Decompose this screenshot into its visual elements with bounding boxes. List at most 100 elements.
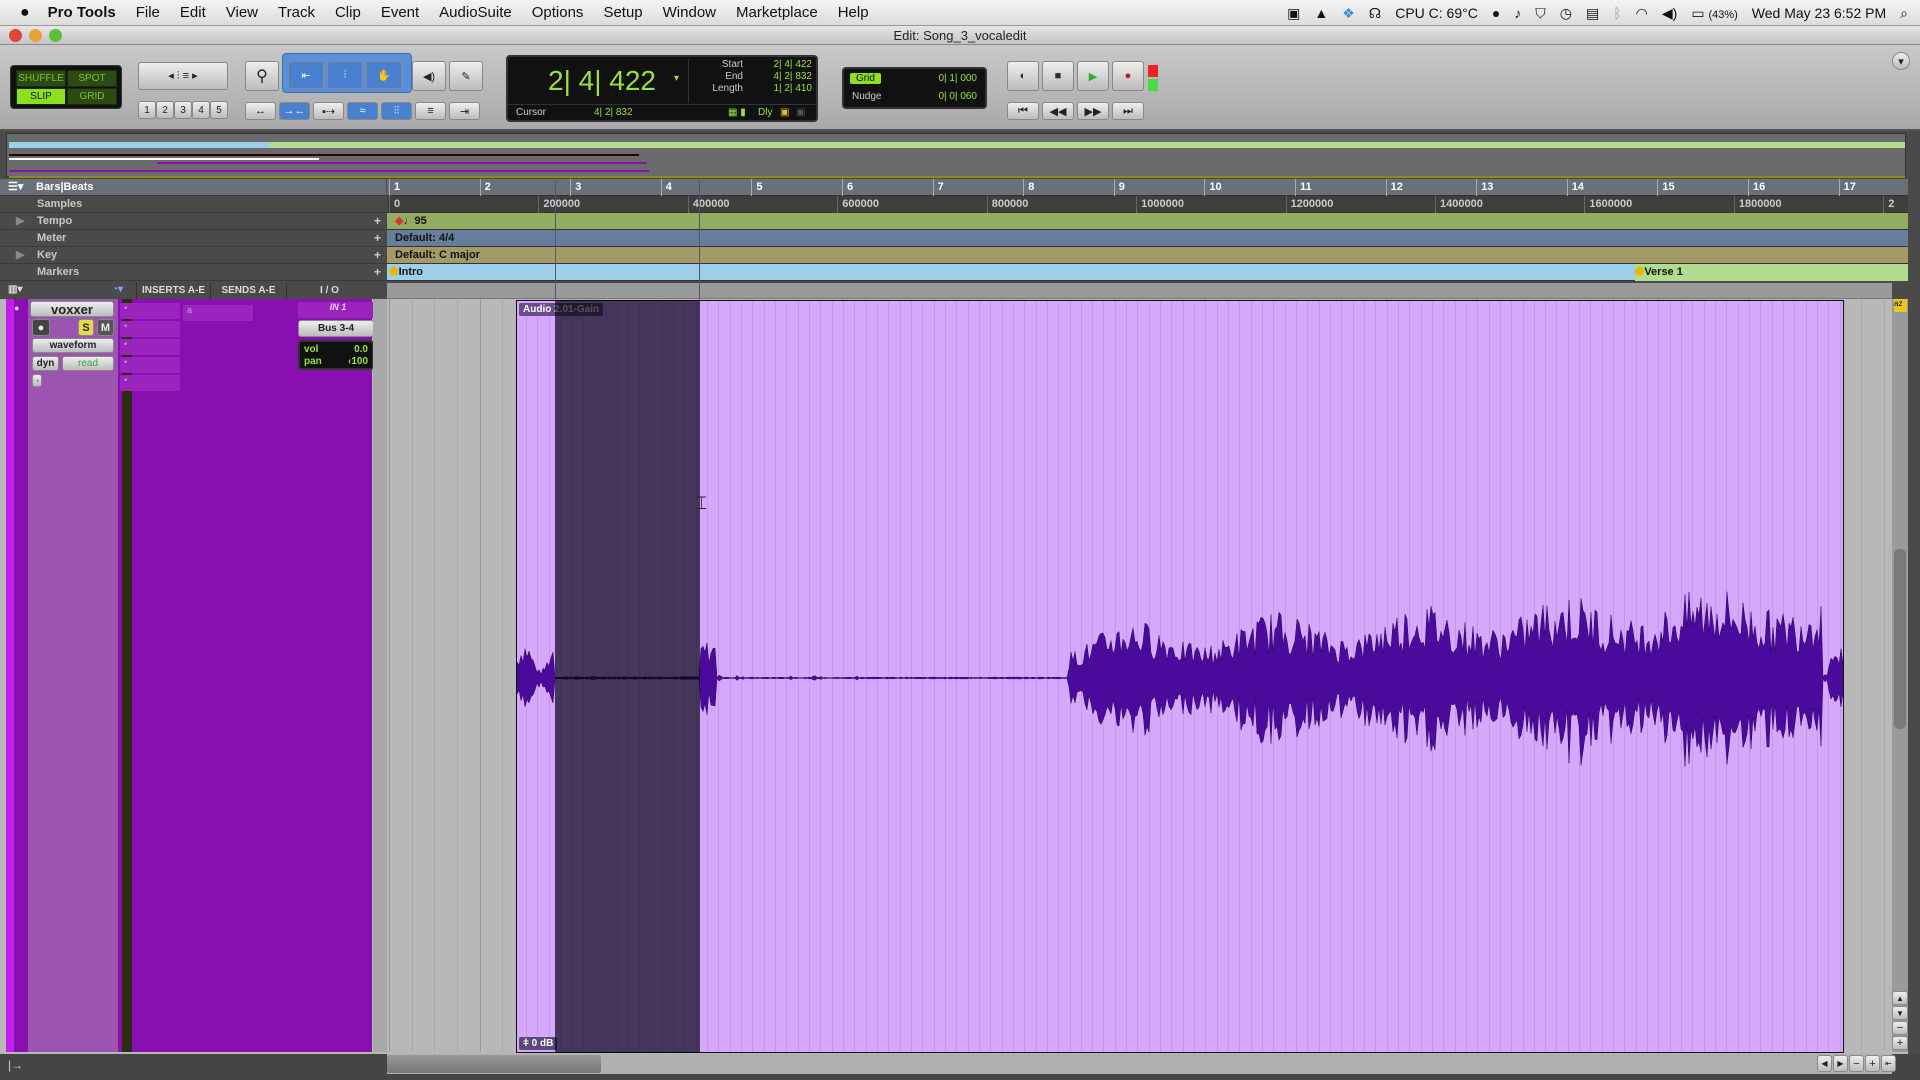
- scroll-down-button[interactable]: ▼: [1892, 1006, 1908, 1020]
- clip-gain[interactable]: ǂ 0 dB: [519, 1037, 558, 1050]
- record-enable-button[interactable]: ●: [32, 319, 50, 336]
- tempo-ruler[interactable]: ▶ Tempo + ◆♩95: [0, 213, 1908, 230]
- track-height-decrease[interactable]: −: [1892, 1021, 1908, 1035]
- scroll-option-button[interactable]: ⇥: [449, 102, 480, 120]
- zoom-preset-1[interactable]: 1: [138, 101, 156, 119]
- solo-button[interactable]: S: [78, 319, 94, 336]
- add-tempo-icon[interactable]: +: [374, 213, 381, 230]
- bluetooth-icon[interactable]: ᛒ: [1613, 5, 1621, 21]
- automation-mode-select[interactable]: read: [62, 356, 114, 371]
- send-a-slot[interactable]: a: [183, 305, 253, 321]
- az-sort-icon[interactable]: az: [1894, 299, 1907, 312]
- insert-slot[interactable]: •: [120, 339, 180, 355]
- timebase-icon[interactable]: ◔: [32, 374, 42, 387]
- stop-button[interactable]: ■: [1042, 61, 1074, 91]
- zoom-preset-2[interactable]: 2: [156, 101, 174, 119]
- markers-ruler[interactable]: Markers + ⬟Intro ⬟Verse 1: [0, 264, 1908, 281]
- horizontal-scrollbar[interactable]: [387, 1054, 1892, 1074]
- menu-marketplace[interactable]: Marketplace: [736, 4, 818, 21]
- spotlight-icon[interactable]: ⌕: [1900, 5, 1908, 22]
- end-value[interactable]: 4| 2| 832: [773, 71, 812, 83]
- grid-label[interactable]: Grid: [850, 73, 881, 84]
- camera-icon[interactable]: ▣: [1287, 5, 1300, 22]
- zoom-nav-buttons[interactable]: ◂ ⫶ ≡ ▸: [138, 62, 228, 90]
- insert-slot[interactable]: •: [120, 303, 180, 319]
- sends-column-header[interactable]: SENDS A-E: [210, 283, 286, 299]
- zoom-preset-3[interactable]: 3: [174, 101, 192, 119]
- vertical-scroll-thumb[interactable]: [1894, 549, 1906, 729]
- menu-file[interactable]: File: [136, 4, 160, 21]
- solo-safe-icon[interactable]: ▣: [780, 105, 789, 121]
- zoomer-tool[interactable]: ⚲: [245, 61, 279, 91]
- volume-icon[interactable]: ◀): [1662, 5, 1677, 22]
- zoom-out-button[interactable]: −: [1849, 1055, 1864, 1072]
- toolbar-menu-icon[interactable]: ▾: [1892, 52, 1910, 70]
- add-meter-icon[interactable]: +: [374, 230, 381, 247]
- return-to-zero-button[interactable]: ⏮: [1007, 102, 1039, 120]
- menu-track[interactable]: Track: [278, 4, 315, 21]
- grabber-tool[interactable]: ✋: [366, 61, 402, 89]
- track-select-icon[interactable]: ●: [14, 303, 19, 313]
- nudge-label[interactable]: Nudge: [852, 91, 881, 102]
- mute-button[interactable]: M: [97, 319, 114, 336]
- go-to-end-button[interactable]: ⏭: [1112, 102, 1144, 120]
- start-value[interactable]: 2| 4| 422: [773, 59, 812, 71]
- shield-icon[interactable]: ⛉: [1535, 5, 1546, 22]
- delay-compensation[interactable]: Dly: [758, 105, 772, 121]
- timebase-icon[interactable]: ◔▾: [112, 284, 123, 295]
- grid-value[interactable]: 0| 1| 000: [938, 73, 977, 84]
- time-selection[interactable]: [555, 300, 700, 1053]
- add-marker-icon[interactable]: +: [374, 264, 381, 281]
- clock[interactable]: Wed May 23 6:52 PM: [1752, 5, 1886, 21]
- zoom-preset-4[interactable]: 4: [192, 101, 210, 119]
- inserts-column-header[interactable]: INSERTS A-E: [136, 283, 210, 299]
- insert-slot[interactable]: •: [120, 375, 180, 391]
- tempo-marker-icon[interactable]: ◆: [395, 215, 403, 227]
- pan-value[interactable]: ‹100: [348, 356, 368, 368]
- close-button[interactable]: [9, 29, 22, 42]
- drive-icon[interactable]: ▲: [1314, 5, 1328, 21]
- zoom-button[interactable]: [49, 29, 62, 42]
- record-button[interactable]: ●: [1112, 61, 1144, 91]
- marker[interactable]: ⬟Verse 1: [1635, 264, 1683, 281]
- length-value[interactable]: 1| 2| 410: [773, 83, 812, 95]
- menu-clip[interactable]: Clip: [335, 4, 361, 21]
- scroll-left-button[interactable]: ◀: [1817, 1055, 1832, 1072]
- dyn-button[interactable]: dyn: [32, 356, 59, 371]
- vol-value[interactable]: 0.0: [354, 344, 368, 356]
- display-icon[interactable]: ▤: [1586, 5, 1599, 22]
- wifi-icon[interactable]: ◠: [1636, 5, 1648, 22]
- menu-view[interactable]: View: [226, 4, 258, 21]
- samples-ruler[interactable]: Samples 0 200000 400000 600000 800000 1000000…: [0, 196, 1908, 213]
- insertion-follows-button[interactable]: ≈: [347, 102, 378, 120]
- cpu-temp[interactable]: CPU C: 69°C: [1395, 5, 1478, 21]
- insert-slot[interactable]: •: [120, 357, 180, 373]
- shuffle-mode-button[interactable]: SHUFFLE: [16, 70, 66, 87]
- scroll-up-button[interactable]: ▲: [1892, 991, 1908, 1005]
- audio-clip[interactable]: Audio 2.01-Gain ǂ 0 dB: [516, 300, 1844, 1053]
- show-hide-icon[interactable]: |→: [8, 1058, 23, 1072]
- insert-slot[interactable]: •: [120, 321, 180, 337]
- midi-input-icon[interactable]: ▦ ▮: [728, 105, 746, 121]
- meter-ruler[interactable]: Meter + Default: 4/4: [0, 230, 1908, 247]
- track-name[interactable]: voxxer: [30, 301, 114, 317]
- menu-app[interactable]: Pro Tools: [48, 4, 116, 21]
- menu-options[interactable]: Options: [532, 4, 584, 21]
- menu-help[interactable]: Help: [838, 4, 869, 21]
- pencil-tool[interactable]: ✎: [449, 61, 483, 91]
- menu-window[interactable]: Window: [663, 4, 716, 21]
- universe-overview[interactable]: [6, 133, 1906, 178]
- rewind-button[interactable]: ◀◀: [1042, 102, 1074, 120]
- headphones-icon[interactable]: ☊: [1369, 5, 1381, 22]
- bell-icon[interactable]: ♪: [1514, 5, 1521, 21]
- selector-tool[interactable]: ⫶: [327, 61, 363, 89]
- fast-forward-button[interactable]: ▶▶: [1077, 102, 1109, 120]
- expand-key-icon[interactable]: ▶: [16, 247, 24, 264]
- grid-mode-button[interactable]: GRID: [67, 88, 117, 105]
- tab-to-transient-button[interactable]: ↔: [245, 102, 276, 120]
- battery-icon[interactable]: ▭ (43%): [1691, 5, 1737, 22]
- input-selector[interactable]: IN 1: [298, 302, 374, 318]
- expand-tempo-icon[interactable]: ▶: [16, 213, 24, 230]
- add-key-icon[interactable]: +: [374, 247, 381, 264]
- nudge-value[interactable]: 0| 0| 060: [938, 91, 977, 102]
